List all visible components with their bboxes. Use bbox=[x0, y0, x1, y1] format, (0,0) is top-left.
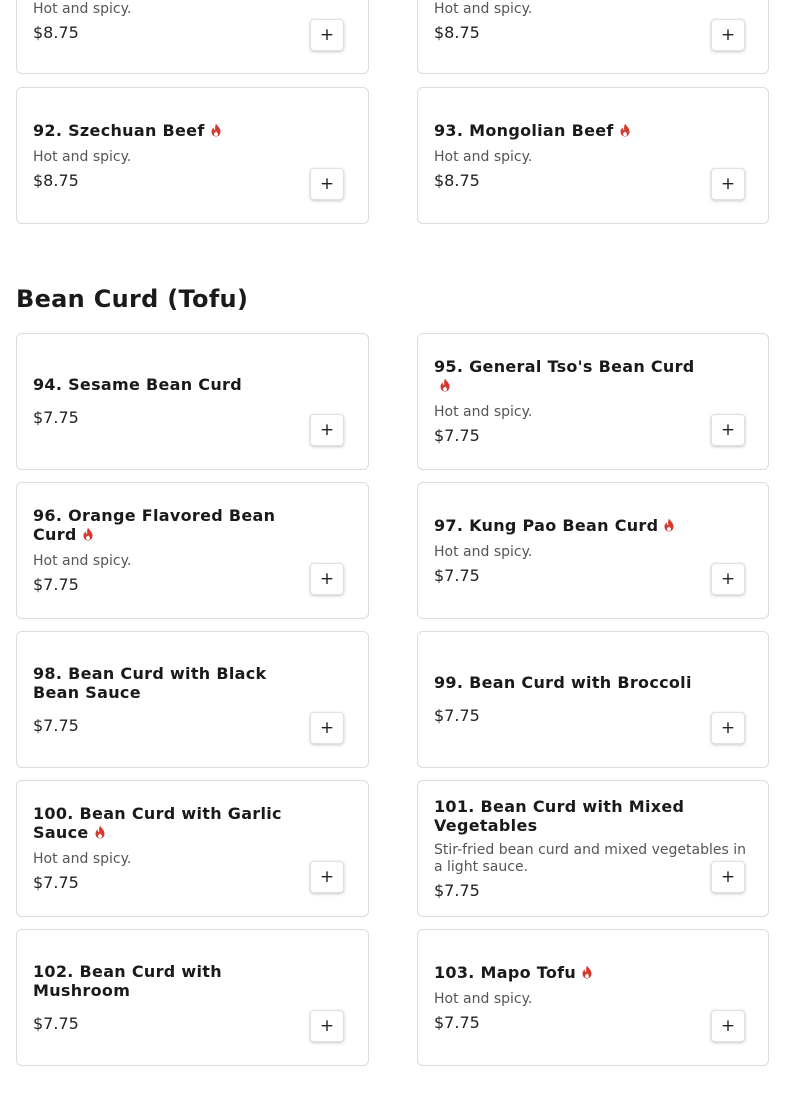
add-to-cart-button[interactable]: + bbox=[310, 168, 344, 200]
spicy-flame-icon bbox=[582, 965, 592, 978]
menu-item-card[interactable]: 98. Bean Curd with Black Bean Sauce $7.7… bbox=[16, 631, 369, 768]
spicy-flame-icon bbox=[440, 378, 450, 392]
menu-item-card[interactable]: 92. Szechuan Beef Hot and spicy. $8.75 + bbox=[16, 87, 369, 224]
menu-item-price: $7.75 bbox=[434, 706, 480, 725]
section-title: Bean Curd (Tofu) bbox=[16, 285, 249, 313]
menu-item-card[interactable]: 96. Orange Flavored Bean Curd Hot and sp… bbox=[16, 482, 369, 619]
menu-item-name: 102. Bean Curd with Mushroom bbox=[33, 962, 308, 1000]
menu-item-name-text: 92. Szechuan Beef bbox=[33, 120, 205, 140]
menu-item-name-text: 95. General Tso's Bean Curd bbox=[434, 357, 695, 376]
menu-item-name-text: 103. Mapo Tofu bbox=[434, 962, 577, 982]
menu-item-description: Hot and spicy. bbox=[434, 543, 533, 560]
menu-item-card[interactable]: 100. Bean Curd with Garlic Sauce Hot and… bbox=[16, 780, 369, 917]
add-to-cart-button[interactable]: + bbox=[310, 563, 344, 595]
menu-item-card[interactable]: 93. Mongolian Beef Hot and spicy. $8.75 … bbox=[417, 87, 769, 224]
add-to-cart-button[interactable]: + bbox=[310, 861, 344, 893]
menu-item-info: 96. Orange Flavored Bean Curd Hot and sp… bbox=[33, 483, 308, 618]
menu-item-card[interactable]: 102. Bean Curd with Mushroom $7.75 + bbox=[16, 929, 369, 1066]
menu-item-price: $8.75 bbox=[434, 170, 480, 190]
menu-item-name: 92. Szechuan Beef bbox=[33, 121, 308, 140]
menu-item-name-text: 99. Bean Curd with Broccoli bbox=[434, 673, 692, 692]
menu-item-description: Hot and spicy. bbox=[33, 553, 132, 569]
add-to-cart-button[interactable]: + bbox=[711, 861, 745, 893]
menu-item-price: $7.75 bbox=[33, 1013, 79, 1033]
menu-item-name: 103. Mapo Tofu bbox=[434, 963, 708, 982]
menu-item-info: 95. General Tso's Bean Curd Hot and spic… bbox=[434, 334, 708, 469]
menu-item-description: Hot and spicy. bbox=[33, 148, 132, 165]
menu-item-name-text: 96. Orange Flavored Bean Curd bbox=[33, 506, 276, 544]
add-to-cart-button[interactable]: + bbox=[711, 19, 745, 51]
add-to-cart-button[interactable]: + bbox=[310, 19, 344, 51]
menu-item-card[interactable]: 103. Mapo Tofu Hot and spicy. $7.75 + bbox=[417, 929, 769, 1066]
menu-item-name-text: 93. Mongolian Beef bbox=[434, 120, 614, 140]
menu-item-card[interactable]: 101. Bean Curd with Mixed Vegetables Sti… bbox=[417, 780, 769, 917]
menu-item-name: 100. Bean Curd with Garlic Sauce bbox=[33, 804, 308, 842]
menu-item-name-text: 102. Bean Curd with Mushroom bbox=[33, 961, 222, 1000]
menu-item-description: Stir-fried bean curd and mixed vegetable… bbox=[434, 841, 747, 875]
add-to-cart-button[interactable]: + bbox=[711, 563, 745, 595]
menu-item-price: $7.75 bbox=[33, 408, 79, 427]
menu-item-name-text: 94. Sesame Bean Curd bbox=[33, 375, 242, 394]
add-to-cart-button[interactable]: + bbox=[711, 712, 745, 744]
menu-item-price: $7.75 bbox=[33, 873, 79, 892]
menu-item-name-text: 101. Bean Curd with Mixed Vegetables bbox=[434, 796, 685, 835]
menu-item-info: 94. Sesame Bean Curd $7.75 bbox=[33, 334, 308, 469]
menu-item-price: $7.75 bbox=[33, 715, 79, 735]
menu-item-name: 99. Bean Curd with Broccoli bbox=[434, 673, 708, 692]
menu-item-name: 98. Bean Curd with Black Bean Sauce bbox=[33, 664, 308, 702]
add-to-cart-button[interactable]: + bbox=[310, 414, 344, 446]
add-to-cart-button[interactable]: + bbox=[711, 168, 745, 200]
menu-item-info: 93. Mongolian Beef Hot and spicy. $8.75 bbox=[434, 88, 708, 223]
menu-item-card[interactable]: 94. Sesame Bean Curd $7.75 + bbox=[16, 333, 369, 470]
menu-item-name-text: 97. Kung Pao Bean Curd bbox=[434, 515, 659, 535]
menu-item-name-text: 100. Bean Curd with Garlic Sauce bbox=[33, 804, 282, 842]
menu-item-description: Hot and spicy. bbox=[434, 1, 533, 17]
menu-item-price: $8.75 bbox=[33, 23, 79, 42]
spicy-flame-icon bbox=[95, 825, 105, 839]
menu-item-price: $7.75 bbox=[434, 880, 480, 900]
menu-item-price: $7.75 bbox=[33, 575, 79, 594]
menu-item-name: 95. General Tso's Bean Curd bbox=[434, 357, 708, 395]
spicy-flame-icon bbox=[83, 527, 93, 541]
menu-item-description: Hot and spicy. bbox=[33, 851, 132, 867]
add-to-cart-button[interactable]: + bbox=[711, 1010, 745, 1042]
menu-item-price: $7.75 bbox=[434, 426, 480, 445]
menu-item-info: Hot and spicy. $8.75 bbox=[434, 0, 708, 43]
menu-item-name: 93. Mongolian Beef bbox=[434, 121, 708, 140]
menu-item-info: 99. Bean Curd with Broccoli $7.75 bbox=[434, 632, 708, 767]
menu-item-name: 101. Bean Curd with Mixed Vegetables bbox=[434, 797, 748, 835]
menu-item-description: Hot and spicy. bbox=[434, 404, 533, 420]
menu-item-price: $8.75 bbox=[33, 170, 79, 190]
menu-item-info: 102. Bean Curd with Mushroom $7.75 bbox=[33, 930, 308, 1065]
menu-item-info: Hot and spicy. $8.75 bbox=[33, 0, 308, 43]
menu-item-info: 101. Bean Curd with Mixed Vegetables Sti… bbox=[434, 781, 748, 916]
menu-item-description: Hot and spicy. bbox=[434, 990, 533, 1007]
menu-item-price: $7.75 bbox=[434, 565, 480, 585]
menu-item-card[interactable]: Hot and spicy. $8.75 + bbox=[417, 0, 769, 74]
menu-item-name: 97. Kung Pao Bean Curd bbox=[434, 516, 708, 535]
spicy-flame-icon bbox=[211, 123, 221, 136]
menu-item-info: 92. Szechuan Beef Hot and spicy. $8.75 bbox=[33, 88, 308, 223]
menu-item-card[interactable]: 97. Kung Pao Bean Curd Hot and spicy. $7… bbox=[417, 482, 769, 619]
spicy-flame-icon bbox=[664, 518, 674, 531]
menu-item-name: 94. Sesame Bean Curd bbox=[33, 375, 308, 394]
menu-item-card[interactable]: 99. Bean Curd with Broccoli $7.75 + bbox=[417, 631, 769, 768]
menu-item-name: 96. Orange Flavored Bean Curd bbox=[33, 506, 308, 544]
menu-item-card[interactable]: 95. General Tso's Bean Curd Hot and spic… bbox=[417, 333, 769, 470]
add-to-cart-button[interactable]: + bbox=[711, 414, 745, 446]
menu-item-description: Hot and spicy. bbox=[33, 1, 132, 17]
menu-item-info: 100. Bean Curd with Garlic Sauce Hot and… bbox=[33, 781, 308, 916]
menu-item-info: 98. Bean Curd with Black Bean Sauce $7.7… bbox=[33, 632, 308, 767]
add-to-cart-button[interactable]: + bbox=[310, 712, 344, 744]
menu-item-description: Hot and spicy. bbox=[434, 148, 533, 165]
menu-item-price: $7.75 bbox=[434, 1012, 480, 1032]
menu-item-info: 97. Kung Pao Bean Curd Hot and spicy. $7… bbox=[434, 483, 708, 618]
menu-item-info: 103. Mapo Tofu Hot and spicy. $7.75 bbox=[434, 930, 708, 1065]
menu-item-name-text: 98. Bean Curd with Black Bean Sauce bbox=[33, 663, 267, 702]
menu-item-price: $8.75 bbox=[434, 23, 480, 42]
add-to-cart-button[interactable]: + bbox=[310, 1010, 344, 1042]
spicy-flame-icon bbox=[620, 123, 630, 136]
menu-item-card[interactable]: Hot and spicy. $8.75 + bbox=[16, 0, 369, 74]
